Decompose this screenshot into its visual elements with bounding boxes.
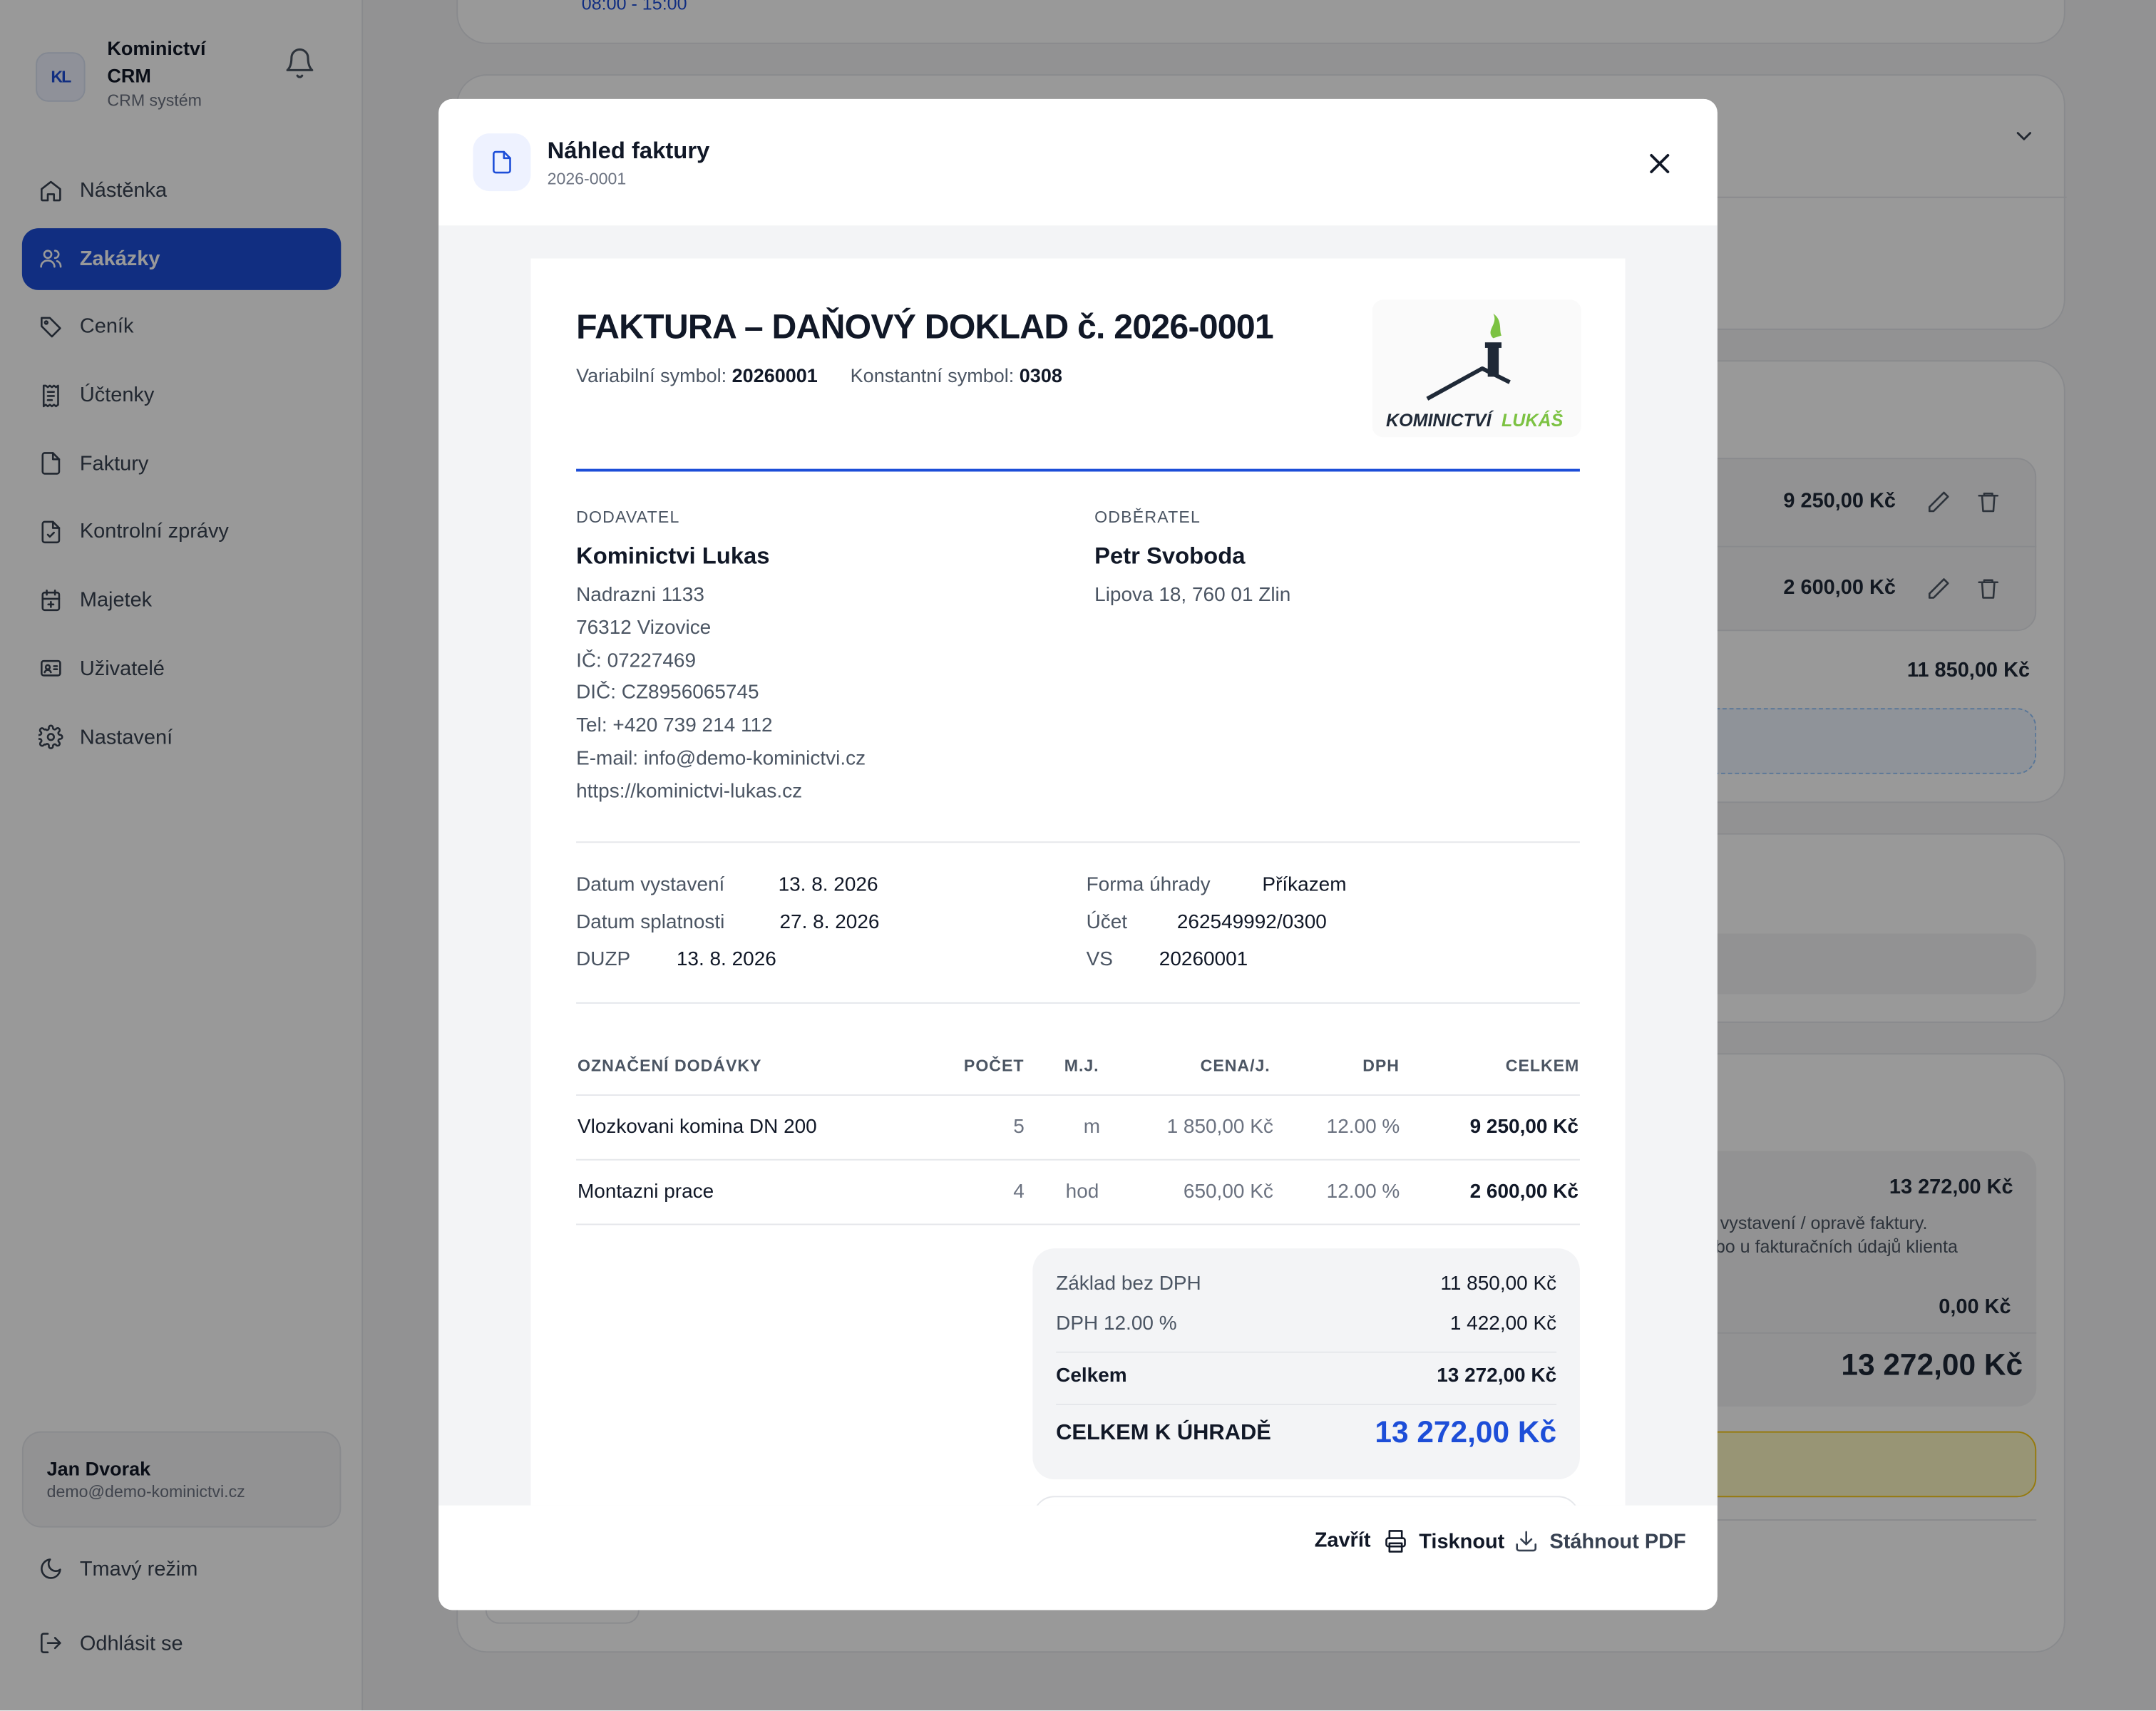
- row-vat: 12.00 %: [1326, 1116, 1400, 1139]
- ks-label: Konstantní symbol:: [850, 364, 1015, 386]
- column-header-price: CENA/J.: [1200, 1056, 1270, 1076]
- logo-word-1: KOMINICTVÍ: [1386, 410, 1494, 431]
- modal-header: Náhled faktury 2026-0001: [438, 98, 1718, 226]
- supplier-line: Tel: +420 739 214 112: [576, 714, 773, 737]
- supplier-line: DIČ: CZ8956065745: [576, 682, 759, 704]
- download-icon: [1516, 1531, 1537, 1552]
- modal-body[interactable]: FAKTURA – DAŇOVÝ DOKLAD č. 2026-0001 Var…: [438, 225, 1718, 1506]
- row-qty: 4: [1013, 1181, 1025, 1203]
- summary-divider: [1056, 1351, 1557, 1353]
- modal-title: Náhled faktury: [547, 137, 710, 164]
- row-unit: hod: [1065, 1181, 1099, 1203]
- row-total: 9 250,00 Kč: [1469, 1116, 1578, 1139]
- row-vat: 12.00 %: [1326, 1181, 1400, 1203]
- file-icon: [493, 150, 511, 174]
- close-button-label: Zavřít: [1314, 1528, 1371, 1553]
- invoice-title: FAKTURA – DAŇOVÝ DOKLAD č. 2026-0001: [576, 307, 1274, 346]
- header-divider: [576, 468, 1580, 472]
- row-item: Montazni prace: [577, 1181, 714, 1203]
- customer-label: ODBĚRATEL: [1094, 507, 1201, 527]
- column-header-item: OZNAČENÍ DODÁVKY: [577, 1056, 762, 1076]
- row-total: 2 600,00 Kč: [1469, 1181, 1578, 1203]
- supplier-line: E-mail: info@demo-kominictvi.cz: [576, 748, 866, 770]
- vat-value: 1 422,00 Kč: [1449, 1312, 1557, 1335]
- modal-footer: Zavřít Tisknout Stáhnout PDF: [438, 1505, 1718, 1610]
- vs-label: Variabilní symbol:: [576, 364, 727, 386]
- vs-value: 20260001: [732, 364, 818, 386]
- invoice-preview-modal: Náhled faktury 2026-0001 FAKTURA – DAŇOV…: [438, 98, 1718, 1610]
- issued-label: Datum vystavení: [576, 874, 725, 897]
- amount-due-label: CELKEM K ÚHRADĚ: [1056, 1422, 1271, 1445]
- printer-icon: [1385, 1530, 1406, 1553]
- print-button-label: Tisknout: [1419, 1529, 1505, 1553]
- supplier-label: DODAVATEL: [576, 507, 680, 527]
- invoice-symbols: Variabilní symbol: 20260001 Konstantní s…: [576, 364, 1062, 386]
- base-value: 11 850,00 Kč: [1440, 1273, 1557, 1295]
- summary-divider: [1056, 1404, 1557, 1405]
- row-divider: [576, 1223, 1580, 1226]
- vat-label: DPH 12.00 %: [1056, 1312, 1177, 1335]
- row-divider: [576, 1158, 1580, 1161]
- row-unit: m: [1083, 1116, 1101, 1139]
- invoice-paper: FAKTURA – DAŇOVÝ DOKLAD č. 2026-0001 Var…: [530, 258, 1626, 1506]
- row-price: 1 850,00 Kč: [1166, 1116, 1273, 1139]
- customer-name: Petr Svoboda: [1094, 543, 1246, 570]
- issued-date: 13. 8. 2026: [778, 874, 878, 897]
- duzp-date: 13. 8. 2026: [676, 948, 776, 971]
- column-header-qty: POČET: [963, 1056, 1025, 1076]
- payment-vs: 20260001: [1159, 948, 1248, 971]
- supplier-line: 76312 Vizovice: [576, 617, 712, 639]
- table-header-divider: [576, 1094, 1580, 1096]
- modal-icon: [473, 133, 531, 192]
- row-price: 650,00 Kč: [1183, 1181, 1273, 1203]
- supplier-name: Kominictvi Lukas: [576, 543, 770, 570]
- close-button[interactable]: Zavřít: [1315, 1529, 1371, 1553]
- supplier-line: Nadrazni 1133: [576, 584, 704, 607]
- logo-word-2: LUKÁŠ: [1502, 409, 1564, 431]
- row-qty: 5: [1013, 1116, 1025, 1139]
- ks-value: 0308: [1019, 364, 1062, 386]
- invoice-summary: Základ bez DPH 11 850,00 Kč DPH 12.00 % …: [1032, 1248, 1580, 1480]
- payment-method: Příkazem: [1262, 874, 1347, 897]
- supplier-line: https://kominictvi-lukas.cz: [576, 781, 803, 803]
- modal-subtitle: 2026-0001: [547, 169, 627, 189]
- divider: [576, 841, 1580, 843]
- print-button[interactable]: Tisknout: [1383, 1529, 1504, 1554]
- total-value: 13 272,00 Kč: [1437, 1365, 1557, 1387]
- payment-vs-label: VS: [1086, 948, 1113, 971]
- download-pdf-button[interactable]: Stáhnout PDF: [1514, 1529, 1686, 1554]
- account-label: Účet: [1086, 911, 1128, 934]
- divider: [576, 1002, 1580, 1004]
- total-label: Celkem: [1056, 1365, 1127, 1387]
- due-label: Datum splatnosti: [576, 911, 725, 934]
- amount-due-value: 13 272,00 Kč: [1375, 1414, 1557, 1449]
- supplier-line: IČ: 07227469: [576, 650, 697, 673]
- duzp-label: DUZP: [576, 948, 631, 971]
- due-date: 27. 8. 2026: [779, 911, 880, 934]
- account-number: 262549992/0300: [1176, 911, 1327, 934]
- company-logo: KOMINICTVÍ LUKÁŠ: [1372, 299, 1581, 438]
- chimney-logo-graphic: KOMINICTVÍ LUKÁŠ: [1386, 313, 1564, 431]
- customer-address: Lipova 18, 760 01 Zlin: [1094, 584, 1291, 607]
- column-header-total: CELKEM: [1505, 1056, 1580, 1076]
- download-button-label: Stáhnout PDF: [1549, 1529, 1686, 1553]
- close-icon[interactable]: [1643, 147, 1676, 180]
- column-header-unit: M.J.: [1064, 1056, 1099, 1076]
- row-item: Vlozkovani komina DN 200: [577, 1116, 817, 1139]
- payment-box: [1032, 1496, 1580, 1506]
- base-label: Základ bez DPH: [1056, 1273, 1201, 1295]
- payment-method-label: Forma úhrady: [1086, 874, 1211, 897]
- column-header-vat: DPH: [1362, 1056, 1400, 1076]
